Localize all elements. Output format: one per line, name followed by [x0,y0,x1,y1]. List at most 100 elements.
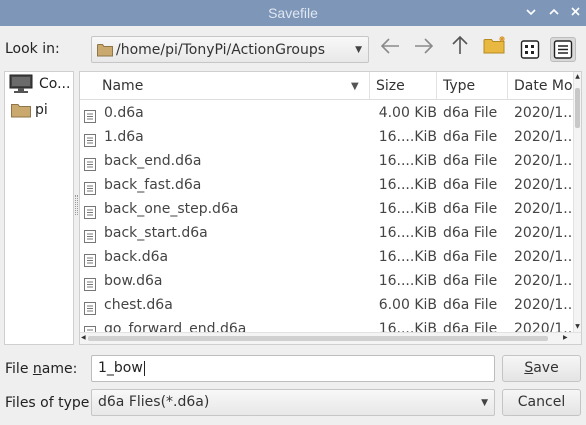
vertical-scroll-thumb[interactable] [575,88,580,128]
parent-dir-button[interactable] [446,34,474,64]
file-date-cell: 2020/1.. [514,297,573,313]
file-size-cell: 16....KiB [378,129,437,145]
file-type-cell: d6a File [443,201,498,217]
look-in-row: Look in: /home/pi/TonyPi/ActionGroups ▼ [0,34,586,64]
folder-icon [11,104,31,118]
chevron-up-icon [549,8,559,15]
file-date-cell: 2020/1.. [514,177,573,193]
file-type-cell: d6a File [443,297,498,313]
sidebar-item-label: pi [35,102,48,118]
file-date-cell: 2020/1.. [514,105,573,121]
file-name-text: back_start.d6a [104,225,208,241]
table-row[interactable]: back_fast.d6a 16....KiB d6a File 2020/1.. [80,173,575,197]
scroll-left-arrow-icon[interactable]: ◀ [81,334,86,341]
new-folder-icon [483,36,505,54]
file-name-text: back_one_step.d6a [104,201,239,217]
file-size-cell: 4.00 KiB [378,105,437,121]
file-name-text: 0.d6a [104,105,144,121]
chevron-down-icon [526,9,536,16]
file-name-cell: back_fast.d6a [84,173,370,197]
file-size-cell: 16....KiB [378,225,437,241]
document-icon [84,203,96,221]
file-name-cell: back_start.d6a [84,221,370,245]
sidebar: Co... pi [4,71,74,345]
arrow-left-icon [380,38,399,54]
splitter-handle[interactable] [75,195,78,215]
document-icon [84,251,96,269]
file-size-cell: 16....KiB [378,201,437,217]
table-row[interactable]: 0.d6a 4.00 KiB d6a File 2020/1.. [80,101,575,125]
column-header-row: Name ▼ Size Type Date Mo [80,72,581,100]
text-caret [143,360,145,376]
arrow-right-icon [415,38,434,54]
file-name-input[interactable]: 1_bow [91,355,495,382]
table-row[interactable]: back_start.d6a 16....KiB d6a File 2020/1.. [80,221,575,245]
file-type-cell: d6a File [443,153,498,169]
close-button[interactable] [566,0,584,26]
file-name-cell: back_end.d6a [84,149,370,173]
table-row[interactable]: bow.d6a 16....KiB d6a File 2020/1.. [80,269,575,293]
file-date-cell: 2020/1.. [514,201,573,217]
cancel-button[interactable]: Cancel [502,389,581,416]
horizontal-scrollbar[interactable]: ◀ ▶ [80,332,581,344]
file-date-cell: 2020/1.. [514,225,573,241]
file-name-label: File name: [5,361,78,377]
file-name-text: bow.d6a [104,273,163,289]
file-date-cell: 2020/1.. [514,249,573,265]
document-icon [84,131,96,149]
list-view-icon [520,40,540,59]
folder-icon [97,43,113,61]
computer-icon [9,74,33,93]
back-button[interactable] [376,34,404,64]
scroll-right-arrow-icon[interactable]: ▶ [563,334,568,341]
maximize-button[interactable] [545,0,563,26]
table-row[interactable]: back_end.d6a 16....KiB d6a File 2020/1.. [80,149,575,173]
forward-button[interactable] [410,34,438,64]
file-size-cell: 16....KiB [378,273,437,289]
file-type-value: d6a Flies(*.d6a) [98,394,210,410]
window-title: Savefile [268,5,318,21]
file-type-cell: d6a File [443,225,498,241]
table-row[interactable]: 1.d6a 16....KiB d6a File 2020/1.. [80,125,575,149]
table-row[interactable]: chest.d6a 6.00 KiB d6a File 2020/1.. [80,293,575,317]
list-view-button[interactable] [517,37,543,62]
file-type-cell: d6a File [443,177,498,193]
horizontal-scroll-thumb[interactable] [88,336,548,341]
file-type-cell: d6a File [443,105,498,121]
file-name-text: back.d6a [104,249,169,265]
file-type-cell: d6a File [443,129,498,145]
arrow-up-icon [452,35,468,54]
vertical-scrollbar[interactable]: ▲ ▼ [573,72,581,334]
file-name-cell: 1.d6a [84,125,370,149]
detail-view-icon [553,40,573,59]
file-name-cell: bow.d6a [84,269,370,293]
file-type-label: Files of type: [5,395,95,411]
detail-view-button[interactable] [550,37,576,62]
file-list: Name ▼ Size Type Date Mo 0.d6a 4.00 KiB d6… [79,71,582,345]
column-header-name[interactable]: Name [80,72,370,100]
dropdown-arrow-icon: ▼ [481,398,488,408]
file-type-cell: d6a File [443,273,498,289]
close-icon [570,7,580,16]
file-type-combo[interactable]: d6a Flies(*.d6a) ▼ [91,389,495,416]
minimize-button[interactable] [522,0,540,26]
table-row[interactable]: back.d6a 16....KiB d6a File 2020/1.. [80,245,575,269]
save-button[interactable]: Save [502,355,581,382]
file-date-cell: 2020/1.. [514,273,573,289]
document-icon [84,227,96,245]
table-row[interactable]: back_one_step.d6a 16....KiB d6a File 2020/1… [80,197,575,221]
file-size-cell: 16....KiB [378,153,437,169]
sidebar-item-label: Co... [39,76,71,92]
scroll-up-arrow-icon[interactable]: ▲ [574,72,581,82]
scroll-down-arrow-icon[interactable]: ▼ [574,322,581,332]
new-folder-button[interactable] [481,34,509,64]
file-name-text: back_end.d6a [104,153,202,169]
file-name-cell: back_one_step.d6a [84,197,370,221]
document-icon [84,299,96,317]
look-in-combo[interactable]: /home/pi/TonyPi/ActionGroups ▼ [91,36,369,63]
file-date-cell: 2020/1.. [514,129,573,145]
column-header-date[interactable]: Date Mo [508,72,578,100]
document-icon [84,179,96,197]
column-header-size[interactable]: Size [370,72,437,100]
column-header-type[interactable]: Type [437,72,508,100]
